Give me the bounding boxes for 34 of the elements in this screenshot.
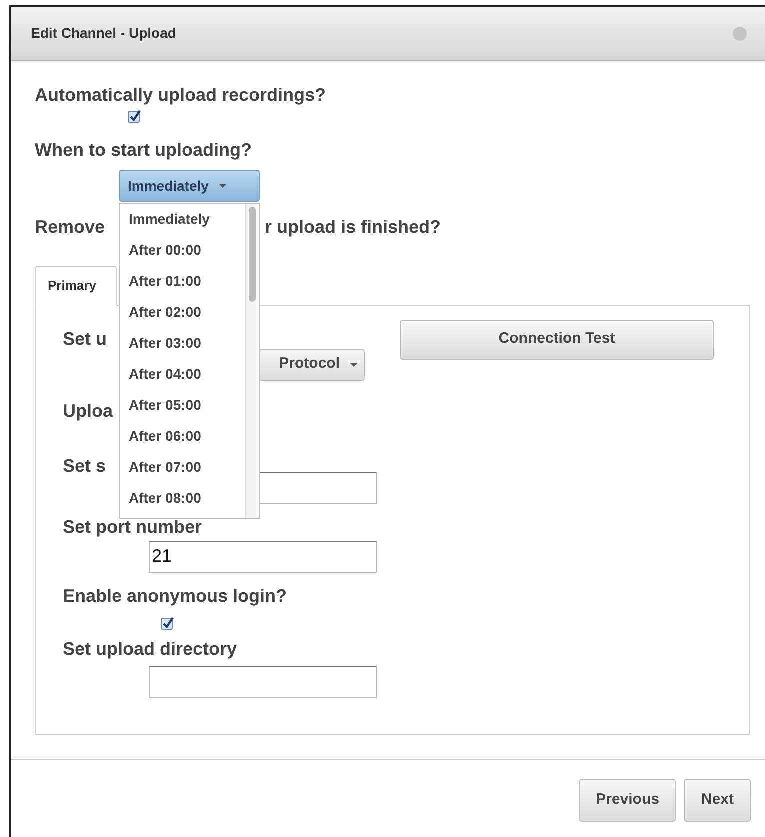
dropdown-option[interactable]: After 03:00 <box>129 332 245 363</box>
question-label: Automatically upload recordings? <box>35 84 326 106</box>
dropdown-option[interactable]: After 06:00 <box>129 425 245 456</box>
next-button[interactable]: Next <box>684 778 751 822</box>
tab[interactable]: Primary <box>35 266 117 306</box>
start-dropdown[interactable]: Immediately <box>119 170 260 202</box>
field-label: Uploa <box>63 400 114 422</box>
caret-icon <box>218 184 227 188</box>
field-label: Set s <box>63 454 106 476</box>
previous-button[interactable]: Previous <box>579 778 676 822</box>
checkbox[interactable] <box>161 618 173 630</box>
field-label: Enable anonymous login? <box>63 584 288 606</box>
dropdown-option[interactable]: After 01:00 <box>129 270 245 301</box>
question-label: r upload is finished? <box>265 216 442 238</box>
field-label: Set upload directory <box>63 638 238 660</box>
checkbox[interactable] <box>128 111 140 123</box>
dropdown-option[interactable]: After 08:00 <box>129 487 245 518</box>
dropdown-option[interactable]: After 05:00 <box>129 394 245 425</box>
question-label: When to start uploading? <box>35 139 252 161</box>
dropdown-option[interactable]: After 00:00 <box>129 239 245 270</box>
dropdown-option[interactable]: After 04:00 <box>129 363 245 394</box>
dropdown-option[interactable]: Immediately <box>129 208 245 239</box>
caret-icon <box>350 362 358 366</box>
field-label: Set u <box>63 328 108 350</box>
connection-test-button[interactable]: Connection Test <box>400 320 714 360</box>
dropdown-option[interactable]: After 02:00 <box>129 301 245 332</box>
text-field[interactable]: 21 <box>149 540 377 572</box>
text-field[interactable] <box>149 666 377 698</box>
protocol-dropdown[interactable]: Protocol <box>259 348 365 380</box>
field-label: Set port number <box>63 516 202 538</box>
scrollbar[interactable] <box>245 204 259 518</box>
dropdown-option[interactable]: After 07:00 <box>129 456 245 487</box>
question-label: Remove <box>35 216 106 238</box>
window-title: Edit Channel - Upload <box>31 24 176 43</box>
